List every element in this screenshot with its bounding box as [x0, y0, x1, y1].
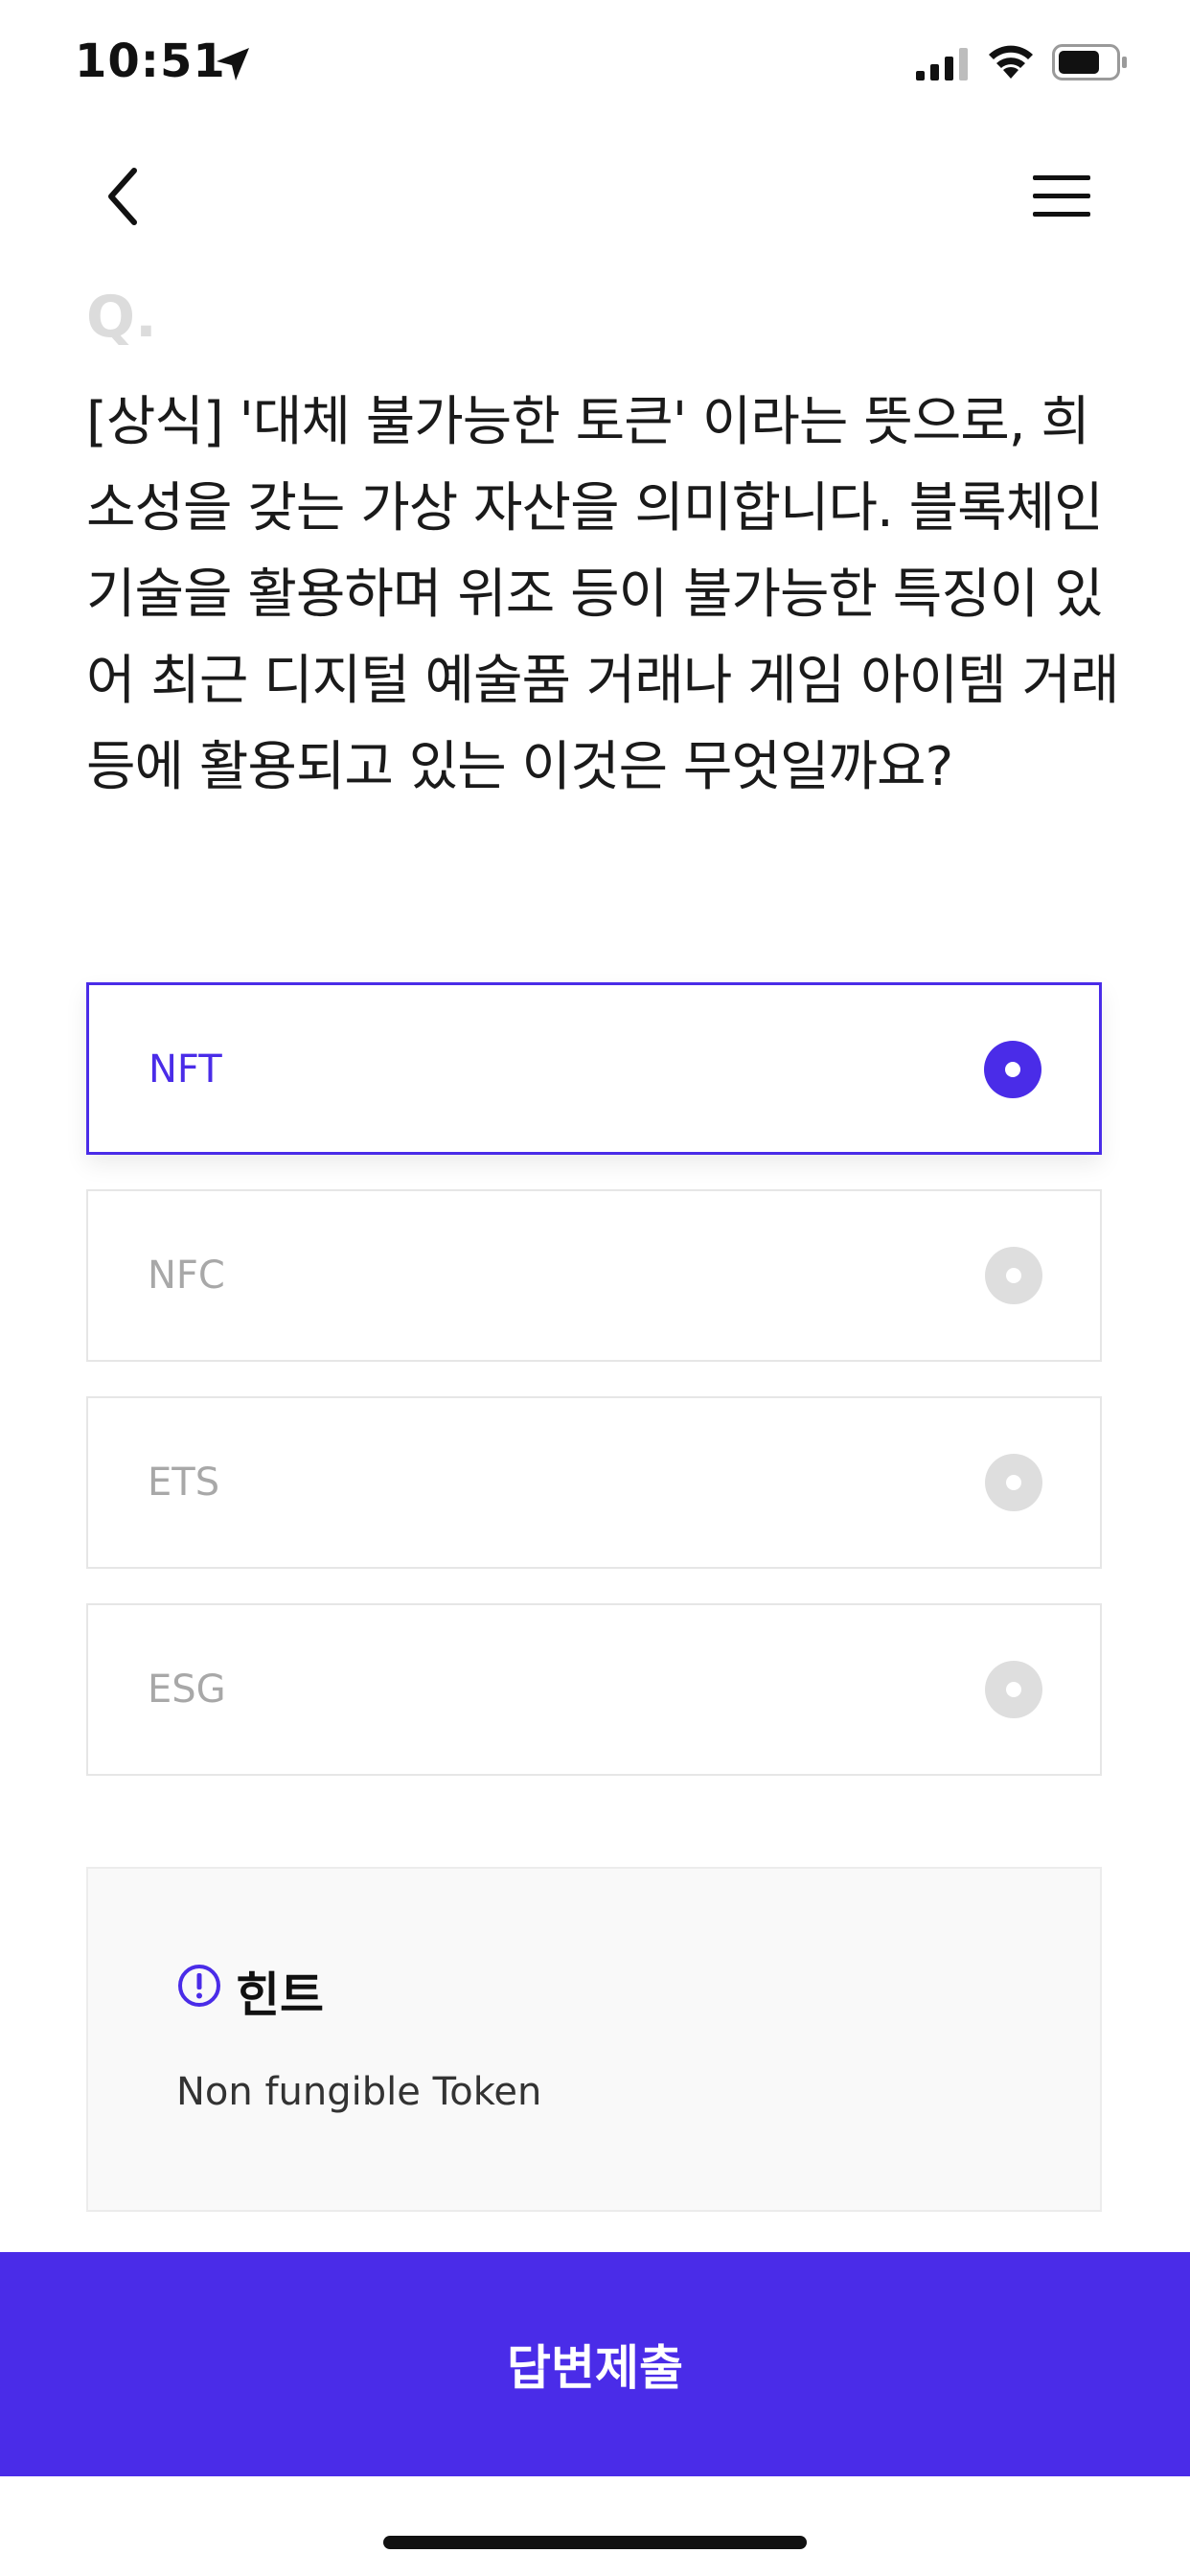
option-label: NFT: [149, 1047, 222, 1092]
option-ets[interactable]: ETS: [86, 1396, 1102, 1569]
hint-title: 힌트: [236, 1967, 324, 2023]
question-marker: Q.: [86, 284, 157, 351]
wifi-icon: [989, 45, 1033, 79]
question-text: [상식] '대체 불가능한 토큰' 이라는 뜻으로, 희소성을 갖는 가상 자산…: [86, 391, 1120, 798]
radio-icon[interactable]: [985, 1247, 1042, 1304]
radio-icon[interactable]: [985, 1661, 1042, 1718]
home-indicator[interactable]: [383, 2536, 807, 2549]
exclamation-circle-icon: [178, 1965, 220, 2007]
radio-selected-icon[interactable]: [984, 1041, 1041, 1098]
option-label: NFC: [148, 1254, 225, 1298]
status-time: 10:51: [75, 34, 226, 88]
status-bar: 10:51: [0, 0, 1190, 134]
hamburger-menu-icon[interactable]: [1031, 172, 1092, 220]
hint-box: 힌트 Non fungible Token: [86, 1867, 1102, 2212]
option-nfc[interactable]: NFC: [86, 1189, 1102, 1362]
back-chevron-icon[interactable]: [96, 163, 153, 230]
option-nft[interactable]: NFT: [86, 982, 1102, 1155]
option-label: ESG: [148, 1668, 226, 1712]
hint-text: Non fungible Token: [176, 2070, 542, 2114]
location-arrow-icon: [217, 48, 249, 80]
cellular-signal-icon: [916, 48, 968, 80]
option-esg[interactable]: ESG: [86, 1603, 1102, 1776]
radio-icon[interactable]: [985, 1454, 1042, 1511]
submit-answer-button[interactable]: 답변제출: [0, 2252, 1190, 2476]
battery-icon: [1052, 44, 1127, 80]
option-label: ETS: [148, 1460, 220, 1505]
